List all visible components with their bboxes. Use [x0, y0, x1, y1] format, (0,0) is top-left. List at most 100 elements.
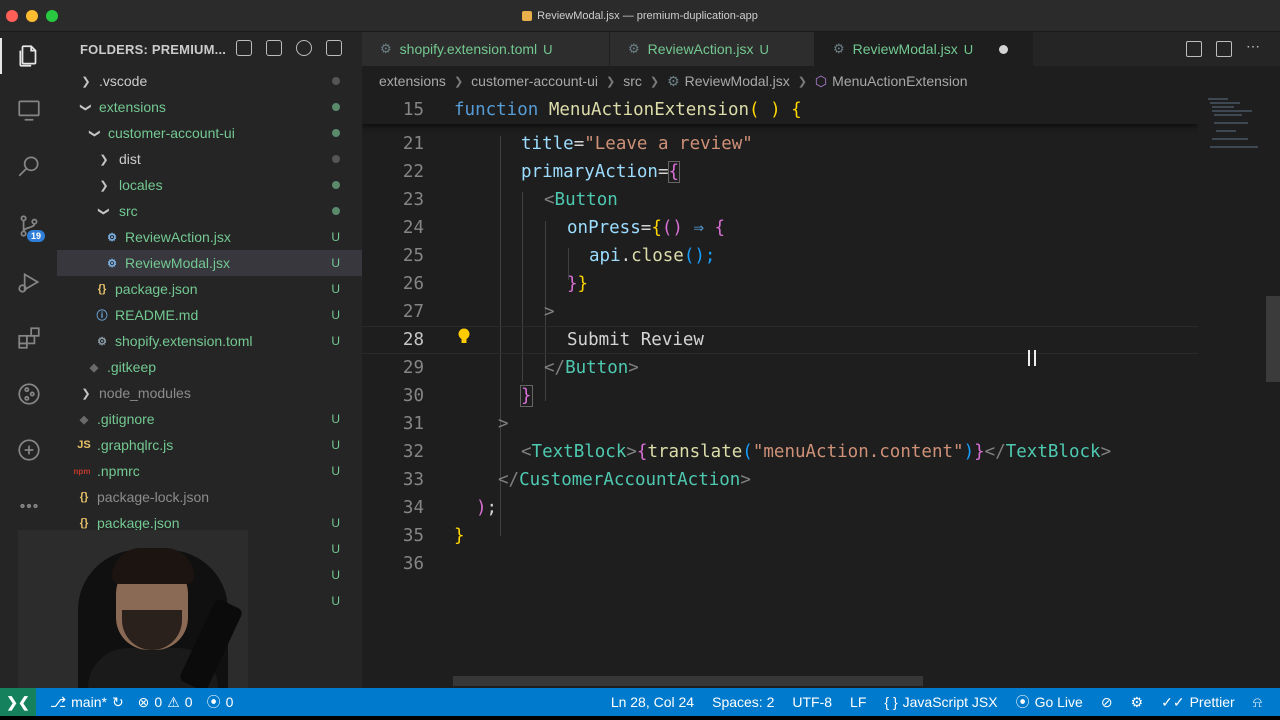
sidebar-actions [236, 40, 342, 56]
close-window-button[interactable] [6, 10, 18, 22]
explorer-icon[interactable] [0, 34, 57, 78]
code-line: 34 ); [402, 498, 498, 518]
compare-icon[interactable] [1186, 41, 1202, 57]
react-file-icon: ⚙ [833, 41, 845, 56]
react-file-icon: ⚙ [107, 257, 117, 270]
collapse-all-icon[interactable] [326, 40, 342, 56]
horizontal-scrollbar[interactable] [453, 676, 923, 686]
tree-item-gitkeep[interactable]: ◆ .gitkeep [57, 354, 362, 380]
minimap-line [1208, 98, 1228, 100]
chevron-down-icon: ❯ [88, 128, 101, 138]
status-dot [332, 103, 340, 111]
git-branch-icon: ⎇ [50, 693, 67, 710]
tree-item-readme[interactable]: ⓘ README.md U [57, 302, 362, 328]
encoding[interactable]: UTF-8 [792, 694, 832, 710]
new-folder-icon[interactable] [266, 40, 282, 56]
breadcrumb-item[interactable]: MenuActionExtension [832, 73, 967, 89]
breadcrumb-item[interactable]: extensions [379, 73, 446, 89]
remote-explorer-icon[interactable] [0, 88, 57, 132]
editor-actions: ⋯ [1186, 39, 1262, 57]
end-of-line[interactable]: LF [850, 694, 866, 710]
docker-icon[interactable] [0, 428, 57, 472]
new-file-icon[interactable] [236, 40, 252, 56]
minimap-line [1214, 114, 1242, 116]
vertical-scrollbar[interactable] [1266, 296, 1280, 382]
tree-item-shopify-toml[interactable]: ⚙ shopify.extension.toml U [57, 328, 362, 354]
diamond-icon: ◆ [89, 361, 99, 374]
tab-shopify-toml[interactable]: ⚙ shopify.extension.toml U [362, 32, 610, 66]
breadcrumb: extensions ❯ customer-account-ui ❯ src ❯… [362, 66, 1280, 96]
refresh-icon[interactable] [296, 40, 312, 56]
js-file-icon: JS [77, 439, 91, 451]
chevron-right-icon: ❯ [453, 75, 464, 88]
json-file-icon: {} [97, 283, 107, 295]
tree-item-src[interactable]: ❯ src [57, 198, 362, 224]
code-line: 21 title="Leave a review" [402, 134, 753, 154]
tree-item-reviewaction[interactable]: ⚙ ReviewAction.jsx U [57, 224, 362, 250]
gear-icon[interactable]: ⚙ [1131, 694, 1144, 711]
breadcrumb-item[interactable]: src [623, 73, 642, 89]
npm-file-icon: npm [73, 466, 91, 476]
search-icon[interactable] [0, 144, 57, 188]
language-mode[interactable]: { } JavaScript JSX [884, 694, 997, 710]
bell-icon[interactable]: ⍾ [1253, 694, 1262, 711]
code-line: 35 } [402, 526, 465, 546]
more-actions-icon[interactable]: ⋯ [1246, 39, 1262, 57]
symbol-method-icon: ⬡ [814, 72, 828, 89]
sticky-scroll-header[interactable]: 15 function MenuActionExtension( ) { [362, 96, 1198, 124]
tree-item-package-json[interactable]: {} package.json U [57, 276, 362, 302]
lightbulb-icon[interactable] [457, 328, 471, 346]
tree-item-locales[interactable]: ❯ locales [57, 172, 362, 198]
tree-item-vscode[interactable]: ❯ .vscode [57, 68, 362, 94]
code-line: 29 </Button> [402, 358, 639, 378]
diamond-icon: ◆ [79, 413, 89, 426]
tree-item-gitignore[interactable]: ◆ .gitignore U [57, 406, 362, 432]
braces-icon: { } [884, 694, 898, 710]
tree-item-node-modules[interactable]: ❯ node_modules [57, 380, 362, 406]
tree-item-customer-account-ui[interactable]: ❯ customer-account-ui [57, 120, 362, 146]
warning-icon: ⚠ [167, 693, 180, 710]
sync-icon[interactable]: ↻ [112, 694, 124, 711]
status-dot [332, 155, 340, 163]
tree-item-package-lock[interactable]: {} package-lock.json [57, 484, 362, 510]
error-icon: ⊗ [137, 693, 150, 710]
tab-reviewaction[interactable]: ⚙ ReviewAction.jsx U [610, 32, 815, 66]
ports-indicator[interactable]: ⦿ 0 [207, 692, 234, 712]
source-control-icon[interactable]: 19 [0, 204, 57, 248]
breadcrumb-item[interactable]: ReviewModal.jsx [685, 73, 790, 89]
code-line: 15 function MenuActionExtension( ) { [402, 100, 802, 120]
minimap-line [1210, 146, 1258, 148]
remote-indicator-icon[interactable]: ❯❮ [0, 688, 36, 716]
breadcrumb-item[interactable]: customer-account-ui [471, 73, 598, 89]
code-editor[interactable]: 15 function MenuActionExtension( ) { 21 … [362, 96, 1198, 688]
minimize-window-button[interactable] [26, 10, 38, 22]
tree-item-reviewmodal[interactable]: ⚙ ReviewModal.jsx U [57, 250, 362, 276]
problems-indicator[interactable]: ⊗ 0 ⚠ 0 [138, 694, 193, 711]
tree-item-npmrc[interactable]: npm .npmrc U [57, 458, 362, 484]
branch-indicator[interactable]: ⎇ main* ↻ [50, 694, 124, 711]
source-control-badge: 19 [27, 230, 46, 242]
unsaved-dot-icon[interactable] [999, 44, 1009, 54]
tree-item-graphqlrc[interactable]: JS .graphqlrc.js U [57, 432, 362, 458]
prettier-button[interactable]: ✓✓ Prettier [1161, 694, 1235, 711]
copilot-icon[interactable]: ⊘ [1101, 694, 1113, 711]
react-file-icon: ⚙ [628, 41, 640, 56]
maximize-window-button[interactable] [46, 10, 58, 22]
tab-reviewmodal[interactable]: ⚙ ReviewModal.jsx U [815, 32, 1033, 66]
status-dot [332, 181, 340, 189]
run-debug-icon[interactable] [0, 260, 57, 304]
status-bar: ❯❮ ⎇ main* ↻ ⊗ 0 ⚠ 0 ⦿ 0 Ln 28, Col 24 S… [0, 688, 1280, 716]
cursor-position[interactable]: Ln 28, Col 24 [611, 694, 694, 710]
minimap[interactable] [1198, 96, 1268, 688]
code-line: 26 }} [402, 274, 589, 294]
indentation[interactable]: Spaces: 2 [712, 694, 774, 710]
split-editor-icon[interactable] [1216, 41, 1232, 57]
extensions-icon[interactable] [0, 316, 57, 360]
broadcast-icon: ⦿ [1015, 694, 1030, 710]
tree-item-extensions[interactable]: ❯ extensions [57, 94, 362, 120]
git-graph-icon[interactable] [0, 372, 57, 416]
more-icon[interactable] [0, 484, 57, 528]
tree-item-dist[interactable]: ❯ dist [57, 146, 362, 172]
go-live-button[interactable]: ⦿ Go Live [1016, 692, 1083, 712]
code-line: 22 primaryAction={ [402, 161, 681, 183]
